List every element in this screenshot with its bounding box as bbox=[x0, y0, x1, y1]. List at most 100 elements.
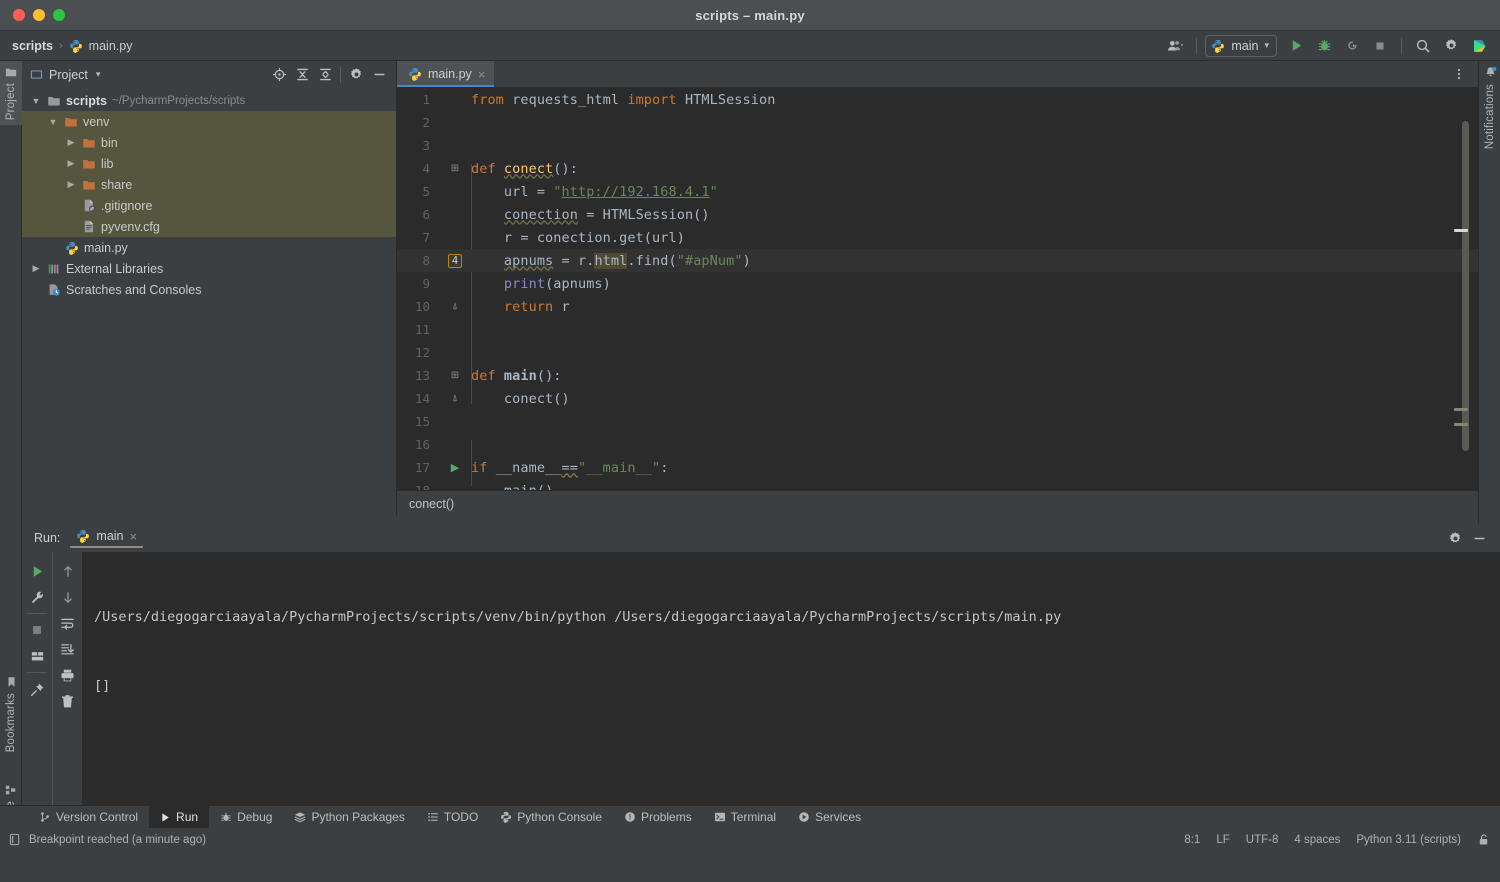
main-toolbar: scripts › main.py bbox=[0, 31, 1500, 61]
tree-item-external-libraries[interactable]: ▶ External Libraries bbox=[22, 258, 396, 279]
gutter-fold[interactable]: ⊞ bbox=[439, 370, 471, 381]
tab-terminal[interactable]: Terminal bbox=[703, 806, 787, 829]
chevron-right-icon[interactable]: ▶ bbox=[65, 179, 77, 190]
stop-icon[interactable] bbox=[24, 617, 50, 643]
scrollbar-marker[interactable] bbox=[1454, 229, 1468, 232]
editor-tab-main-py[interactable]: main.py × bbox=[397, 61, 494, 87]
tree-item-main-py[interactable]: main.py bbox=[22, 237, 396, 258]
tree-item-scratches-and-consoles[interactable]: Scratches and Consoles bbox=[22, 279, 396, 300]
editor-breadcrumb[interactable]: conect() bbox=[397, 490, 1478, 516]
tree-item-scripts[interactable]: ▼ scripts ~/PycharmProjects/scripts bbox=[22, 90, 396, 111]
tab-python-packages[interactable]: Python Packages bbox=[283, 806, 415, 829]
tab-problems[interactable]: Problems bbox=[613, 806, 703, 829]
close-icon[interactable]: × bbox=[130, 529, 138, 544]
gear-icon[interactable] bbox=[1438, 35, 1464, 57]
user-account-icon[interactable] bbox=[1162, 35, 1188, 57]
code-line: 5 url = "http://192.168.4.1" bbox=[397, 180, 1478, 203]
search-icon[interactable] bbox=[1410, 35, 1436, 57]
caret-position[interactable]: 8:1 bbox=[1184, 834, 1200, 846]
editor-tabs: main.py × bbox=[397, 61, 1478, 88]
more-vertical-icon[interactable] bbox=[1448, 64, 1470, 84]
run-console[interactable]: /Users/diegogarciaayala/PycharmProjects/… bbox=[82, 552, 1500, 805]
chevron-down-icon[interactable]: ▾ bbox=[96, 69, 101, 80]
gear-icon[interactable] bbox=[1444, 528, 1466, 548]
expand-all-icon[interactable] bbox=[291, 65, 313, 85]
gutter-usage-badge[interactable]: 4 bbox=[439, 254, 471, 268]
todo-icon bbox=[427, 811, 439, 823]
scrollbar-marker[interactable] bbox=[1454, 408, 1468, 411]
breadcrumb-project[interactable]: scripts bbox=[12, 39, 53, 53]
run-tab-main[interactable]: main × bbox=[70, 529, 143, 548]
run-icon[interactable] bbox=[1283, 35, 1309, 57]
gutter-fold[interactable]: ⍋ bbox=[439, 301, 471, 312]
breadcrumb-file[interactable]: main.py bbox=[89, 39, 133, 53]
interpreter-selector[interactable]: Python 3.11 (scripts) bbox=[1356, 834, 1461, 846]
chevron-right-icon[interactable]: ▶ bbox=[65, 137, 77, 148]
indent-setting[interactable]: 4 spaces bbox=[1294, 834, 1340, 846]
scrollbar-thumb[interactable] bbox=[1462, 121, 1469, 451]
fold-collapse-icon[interactable]: ⊞ bbox=[451, 370, 459, 381]
tab-version-control[interactable]: Version Control bbox=[28, 806, 149, 829]
fold-end-icon[interactable]: ⍋ bbox=[452, 301, 458, 312]
locate-icon[interactable] bbox=[268, 65, 290, 85]
unlocked-icon[interactable] bbox=[1477, 833, 1490, 846]
tab-run[interactable]: Run bbox=[149, 806, 209, 829]
run-icon[interactable]: ▶ bbox=[451, 461, 459, 474]
gutter-fold[interactable]: ⊞ bbox=[439, 163, 471, 174]
chevron-right-icon[interactable]: ▶ bbox=[30, 263, 42, 274]
tree-item-bin[interactable]: ▶ bin bbox=[22, 132, 396, 153]
tree-item-gitignore[interactable]: .gitignore bbox=[22, 195, 396, 216]
tree-item-pyvenv-cfg[interactable]: pyvenv.cfg bbox=[22, 216, 396, 237]
tab-debug[interactable]: Debug bbox=[209, 806, 283, 829]
close-icon[interactable]: × bbox=[478, 67, 486, 82]
down-arrow-icon[interactable] bbox=[55, 584, 81, 610]
pin-icon[interactable] bbox=[24, 676, 50, 702]
print-icon[interactable] bbox=[55, 662, 81, 688]
run-tool-window-header: Run: main × bbox=[22, 524, 1500, 552]
up-arrow-icon[interactable] bbox=[55, 558, 81, 584]
tree-item-share[interactable]: ▶ share bbox=[22, 174, 396, 195]
run-with-coverage-icon[interactable] bbox=[1339, 35, 1365, 57]
usage-count-badge[interactable]: 4 bbox=[448, 254, 462, 268]
soft-wrap-icon[interactable] bbox=[55, 610, 81, 636]
gutter-fold[interactable]: ⍋ bbox=[439, 393, 471, 404]
chevron-down-icon[interactable]: ▼ bbox=[30, 96, 42, 106]
sidebar-item-notifications[interactable]: Notifications bbox=[1479, 61, 1500, 154]
ai-assistant-icon[interactable] bbox=[1466, 35, 1492, 57]
gear-icon[interactable] bbox=[345, 65, 367, 85]
rerun-icon[interactable] bbox=[24, 558, 50, 584]
structure-icon bbox=[5, 784, 17, 796]
code-area[interactable]: 1 from requests_html import HTMLSession … bbox=[397, 88, 1478, 490]
tab-python-console[interactable]: Python Console bbox=[489, 806, 613, 829]
collapse-all-icon[interactable] bbox=[314, 65, 336, 85]
debug-icon[interactable] bbox=[1311, 35, 1337, 57]
wrench-icon[interactable] bbox=[24, 584, 50, 610]
scroll-to-end-icon[interactable] bbox=[55, 636, 81, 662]
minimize-icon[interactable] bbox=[1468, 528, 1490, 548]
tab-services[interactable]: Services bbox=[787, 806, 872, 829]
stop-icon[interactable] bbox=[1367, 35, 1393, 57]
fold-collapse-icon[interactable]: ⊞ bbox=[451, 163, 459, 174]
run-configuration-selector[interactable]: main ▾ bbox=[1205, 35, 1277, 57]
fold-end-icon[interactable]: ⍋ bbox=[452, 393, 458, 404]
code-text: from requests_html import HTMLSession bbox=[471, 92, 775, 108]
line-number: 6 bbox=[397, 207, 439, 222]
file-encoding[interactable]: UTF-8 bbox=[1246, 834, 1279, 846]
gutter-run-arrow[interactable]: ▶ bbox=[439, 461, 471, 474]
tree-item-label: scripts bbox=[66, 94, 107, 108]
tree-item-lib[interactable]: ▶ lib bbox=[22, 153, 396, 174]
sidebar-item-project[interactable]: Project bbox=[0, 61, 22, 125]
sidebar-item-bookmarks[interactable]: Bookmarks bbox=[0, 671, 22, 757]
layout-icon[interactable] bbox=[24, 643, 50, 669]
trash-icon[interactable] bbox=[55, 688, 81, 714]
minimize-icon[interactable] bbox=[368, 65, 390, 85]
chevron-right-icon[interactable]: ▶ bbox=[65, 158, 77, 169]
scrollbar-marker[interactable] bbox=[1454, 423, 1468, 426]
tab-todo[interactable]: TODO bbox=[416, 806, 489, 829]
editor-scrollbar[interactable] bbox=[1461, 121, 1470, 480]
tree-item-venv[interactable]: ▼ venv bbox=[22, 111, 396, 132]
line-number: 13 bbox=[397, 368, 439, 383]
chevron-down-icon[interactable]: ▼ bbox=[47, 117, 59, 127]
services-icon bbox=[798, 811, 810, 823]
line-separator[interactable]: LF bbox=[1216, 834, 1229, 846]
